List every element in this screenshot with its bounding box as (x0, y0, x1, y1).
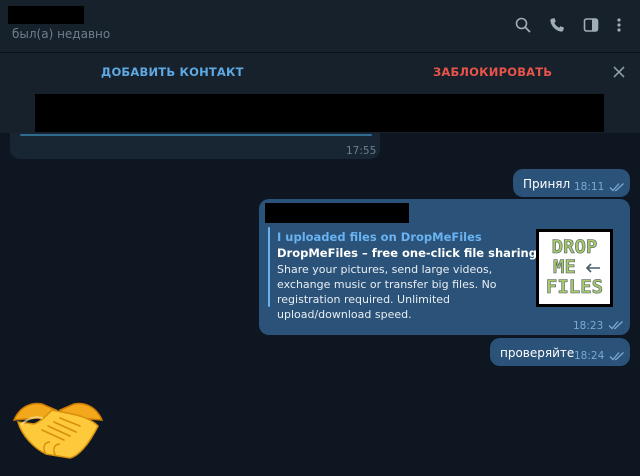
more-vertical-icon[interactable] (608, 14, 630, 36)
contact-action-bar: ДОБАВИТЬ КОНТАКТ ЗАБЛОКИРОВАТЬ (0, 52, 640, 91)
search-icon[interactable] (512, 14, 534, 36)
preview-accent-bar (268, 227, 270, 307)
media-progress-line (20, 134, 372, 136)
double-check-icon (609, 352, 624, 361)
arrow-left-icon (585, 263, 600, 273)
link-preview[interactable]: I uploaded files on DropMeFiles DropMeFi… (268, 227, 614, 321)
preview-description: Share your pictures, send large videos, … (277, 263, 497, 321)
link-url-redacted[interactable] (265, 203, 409, 223)
preview-thumbnail[interactable]: DROP ME FILES (536, 229, 613, 307)
message-text: Принял (523, 177, 571, 191)
dropmefiles-logo: DROP ME FILES (539, 232, 610, 304)
message-text: проверяйте (500, 346, 575, 360)
outgoing-message[interactable]: Принял 18:11 (513, 169, 630, 197)
logo-line-1: DROP (551, 236, 598, 259)
handshake-icon (12, 402, 104, 459)
sidebar-toggle-icon[interactable] (580, 14, 602, 36)
chat-header: был(а) недавно (0, 0, 640, 52)
handshake-sticker[interactable] (12, 396, 104, 462)
add-contact-button[interactable]: ДОБАВИТЬ КОНТАКТ (101, 65, 244, 79)
pinned-content-redacted[interactable] (35, 94, 604, 132)
close-icon[interactable] (610, 63, 628, 81)
outgoing-message[interactable]: проверяйте 18:24 (490, 338, 630, 366)
message-time: 18:24 (574, 350, 605, 362)
message-time: 17:55 (346, 145, 377, 157)
double-check-icon (609, 183, 624, 192)
contact-name-redacted[interactable] (8, 6, 84, 24)
block-button[interactable]: ЗАБЛОКИРОВАТЬ (433, 65, 552, 79)
incoming-message[interactable]: 17:55 (10, 133, 380, 159)
pinned-bar (0, 91, 640, 133)
logo-line-3: FILES (545, 276, 604, 299)
message-time: 18:23 (573, 320, 604, 332)
double-check-icon (608, 321, 623, 330)
contact-status: был(а) недавно (12, 27, 111, 41)
phone-icon[interactable] (546, 14, 568, 36)
preview-site-name: I uploaded files on DropMeFiles (277, 230, 482, 244)
message-time: 18:11 (574, 181, 605, 193)
